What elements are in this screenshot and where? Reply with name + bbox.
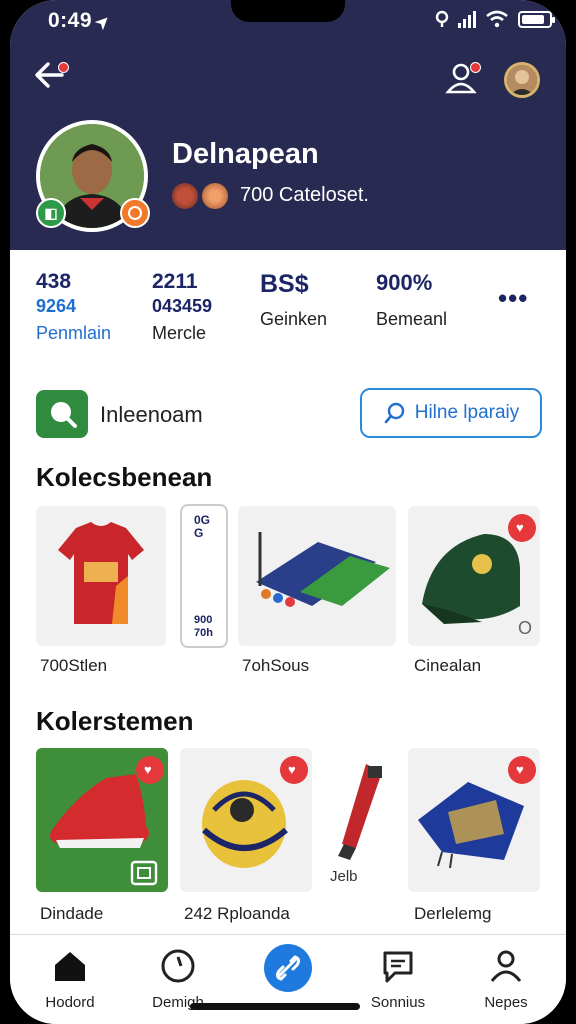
- section-title: Kolecsbenean: [36, 462, 213, 492]
- home-icon: [55, 952, 85, 981]
- stat-value: 2211: [152, 270, 198, 293]
- home-indicator[interactable]: [190, 1003, 360, 1010]
- stat-4[interactable]: 900% Bemeanl: [376, 270, 447, 330]
- status-icons: [435, 10, 555, 28]
- collection-card-ticket[interactable]: 0G G 900 70h: [180, 504, 228, 648]
- stat-label: Penmlain: [36, 323, 112, 343]
- section-title: Kolerstemen: [36, 706, 194, 736]
- stat-value: 900%: [376, 270, 433, 295]
- card-label: Dindade: [40, 904, 104, 923]
- stat-label: Mercle: [152, 323, 207, 343]
- trophy-icon: [128, 206, 142, 220]
- team-badge-icon: [172, 183, 198, 209]
- stats-row: 438 9264 Penmlain 2211 043459 Mercle BS$…: [10, 270, 566, 350]
- favorite-heart-icon[interactable]: [508, 514, 536, 542]
- level-badge: [120, 198, 150, 228]
- back-button[interactable]: [32, 58, 72, 98]
- clock-icon: [161, 949, 195, 983]
- stat-2[interactable]: 2211 043459 Mercle: [152, 270, 212, 344]
- magnifier-icon: [384, 402, 404, 424]
- stat-3[interactable]: BS$ Geinken: [260, 270, 327, 330]
- search-button[interactable]: [36, 390, 88, 438]
- stat-label: Geinken: [260, 309, 328, 329]
- collection-card-bottle[interactable]: Jelb: [316, 748, 402, 892]
- battery-fill: [522, 14, 545, 24]
- notification-dot: [58, 62, 69, 73]
- jersey-image: [58, 522, 144, 624]
- collection-card-mat[interactable]: [238, 506, 396, 646]
- ticket-bottom-code: 900 70h: [194, 614, 213, 639]
- nav-profile[interactable]: Nepes: [456, 947, 556, 1011]
- search-icon: [51, 402, 77, 428]
- stat-subvalue: 043459: [152, 296, 213, 316]
- more-options-icon[interactable]: •••: [498, 283, 528, 314]
- friends-button[interactable]: [444, 60, 482, 98]
- chat-icon: [383, 951, 413, 983]
- stat-value: 438: [36, 270, 72, 293]
- signal-icon: [458, 10, 476, 28]
- notification-dot: [470, 62, 481, 73]
- nav-messages[interactable]: Sonnius: [348, 947, 448, 1011]
- person-icon: [490, 950, 522, 982]
- svg-text:O: O: [518, 618, 532, 638]
- verified-badge: ◧: [36, 198, 66, 228]
- favorite-heart-icon[interactable]: [136, 756, 164, 784]
- profile-subtitle: 700 Cateloset.: [240, 184, 369, 206]
- location-arrow-icon: ➤: [92, 11, 115, 34]
- ball-badge-icon: [202, 183, 228, 209]
- link-icon: [264, 944, 312, 992]
- nav-label: Hodord: [45, 994, 95, 1011]
- collection-card-jersey[interactable]: [36, 506, 166, 646]
- nav-label: Sonnius: [370, 994, 426, 1011]
- status-time: 0:49➤: [48, 9, 115, 34]
- nav-label: Nepes: [484, 994, 528, 1011]
- avatar-face-icon: [507, 65, 537, 95]
- card-label: 242 Rploanda: [184, 904, 290, 923]
- bottom-navigation: Hodord Demigh Sonnius Nepes: [10, 934, 566, 1024]
- collection-card-shoe[interactable]: [36, 748, 168, 892]
- favorite-heart-icon[interactable]: [280, 756, 308, 784]
- search-label[interactable]: Inleenoam: [100, 402, 203, 428]
- card-label: 700Stlen: [40, 656, 108, 675]
- device-notch: [231, 0, 345, 22]
- stat-subvalue: 9264: [36, 296, 77, 316]
- achievement-badges: [172, 183, 228, 209]
- collection-card-ball[interactable]: [180, 748, 312, 892]
- search-row: Inleenoam Hilne lparaiy: [36, 388, 542, 440]
- profile-name: Delnapean: [172, 138, 319, 170]
- collection-card-scarf[interactable]: [408, 748, 540, 892]
- card-label: 7ohSous: [242, 656, 310, 675]
- nav-home[interactable]: Hodord: [20, 947, 120, 1011]
- stat-value: BS$: [260, 270, 309, 298]
- my-avatar[interactable]: [504, 62, 540, 98]
- stat-label: Bemeanl: [376, 309, 448, 329]
- bottle-caption: Jelb: [330, 868, 358, 885]
- search-filter-button[interactable]: Hilne lparaiy: [360, 388, 542, 438]
- game-mat-image: [256, 532, 390, 607]
- profile-header: 0:49➤ ◧ Delnapean 700 Cateloset.: [10, 0, 566, 250]
- wifi-icon: [486, 10, 508, 28]
- app-screen: 0:49➤ ◧ Delnapean 700 Cateloset. 438 926…: [10, 0, 566, 1024]
- card-label: Derlelemg: [414, 904, 492, 923]
- search-filter-label: Hilne lparaiy: [414, 402, 520, 423]
- ticket-top-code: 0G G: [194, 513, 211, 540]
- location-pin-icon: [435, 10, 449, 27]
- stat-1[interactable]: 438 9264 Penmlain: [36, 270, 111, 344]
- card-label: Cinealan: [414, 656, 482, 675]
- bottle-image: [338, 764, 382, 860]
- nav-history[interactable]: Demigh: [128, 947, 228, 1011]
- collection-card-cap[interactable]: O: [408, 506, 540, 646]
- nav-center-action[interactable]: [238, 943, 338, 998]
- battery-icon: [518, 10, 555, 28]
- favorite-heart-icon[interactable]: [508, 756, 536, 784]
